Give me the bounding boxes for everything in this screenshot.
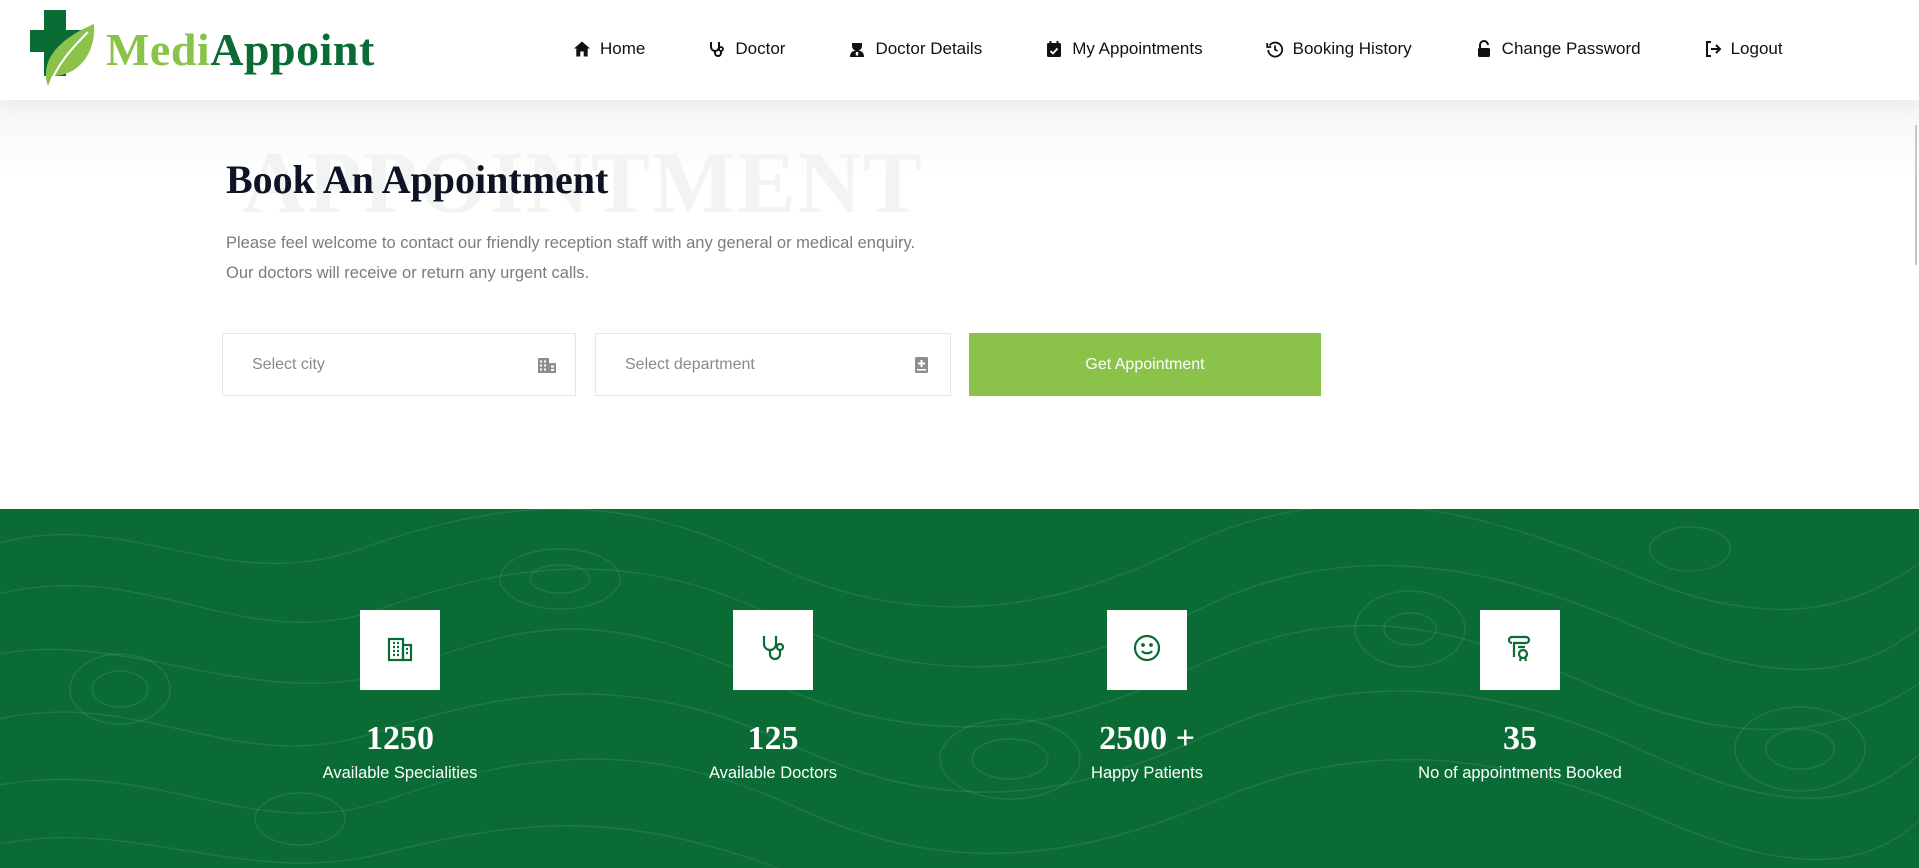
stethoscope-icon xyxy=(707,39,727,59)
city-select[interactable]: Select city xyxy=(222,333,576,396)
stats-section: 1250 Available Specialities 125 Availabl… xyxy=(0,509,1919,868)
stat-icon-box xyxy=(360,610,440,690)
stat-specialities: 1250 Available Specialities xyxy=(220,610,580,783)
hero-description: Please feel welcome to contact our frien… xyxy=(226,234,916,282)
stat-value: 1250 xyxy=(366,720,434,757)
brand-logo[interactable]: MediAppoint xyxy=(30,10,375,88)
nav-doctor-label: Doctor xyxy=(735,39,786,58)
stethoscope-icon xyxy=(758,633,788,668)
stat-icon-box xyxy=(1480,610,1560,690)
logo-cross-leaf-icon xyxy=(30,10,95,87)
stat-label: Available Specialities xyxy=(322,764,478,782)
department-select-placeholder: Select department xyxy=(625,355,755,373)
scrollbar-thumb[interactable] xyxy=(1915,125,1917,265)
calendar-check-icon xyxy=(1044,39,1064,59)
nav-my-appointments[interactable]: My Appointments xyxy=(1044,39,1203,59)
nav-my-appointments-label: My Appointments xyxy=(1072,39,1203,58)
stat-label: No of appointments Booked xyxy=(1418,764,1622,782)
city-select-placeholder: Select city xyxy=(252,355,325,373)
page-title: Book An Appointment xyxy=(226,157,609,202)
nav-logout-label: Logout xyxy=(1730,39,1783,58)
stat-doctors: 125 Available Doctors xyxy=(593,610,953,783)
building-icon xyxy=(385,633,415,668)
nav-doctor-details-label: Doctor Details xyxy=(875,39,983,58)
brand-name-part1: Medi xyxy=(106,23,211,75)
stat-label: Available Doctors xyxy=(708,764,838,782)
stat-label: Happy Patients xyxy=(1091,764,1203,782)
main-nav: Home Doctor Doctor Details My Appointmen… xyxy=(572,0,1783,98)
nav-change-password-label: Change Password xyxy=(1501,39,1641,58)
nav-booking-history[interactable]: Booking History xyxy=(1265,39,1412,59)
stat-value: 125 xyxy=(747,720,799,757)
stat-appointments: 35 No of appointments Booked xyxy=(1340,610,1700,783)
brand-name-part2: Appoint xyxy=(210,23,375,75)
city-icon xyxy=(537,355,557,375)
stat-icon-box xyxy=(733,610,813,690)
nav-home-label: Home xyxy=(600,39,646,58)
nav-booking-history-label: Booking History xyxy=(1292,39,1412,58)
get-appointment-button[interactable]: Get Appointment xyxy=(969,333,1321,396)
medical-book-icon xyxy=(912,355,932,375)
nav-home[interactable]: Home xyxy=(572,39,645,59)
nav-doctor[interactable]: Doctor xyxy=(707,39,785,59)
site-header: MediAppoint Home Doctor Doctor Details M… xyxy=(0,0,1919,100)
stat-value: 35 xyxy=(1503,720,1537,757)
nav-doctor-details[interactable]: Doctor Details xyxy=(847,39,982,59)
logout-icon xyxy=(1703,39,1723,59)
history-icon xyxy=(1265,39,1285,59)
department-select[interactable]: Select department xyxy=(595,333,951,396)
nav-logout[interactable]: Logout xyxy=(1703,39,1783,59)
nav-change-password[interactable]: Change Password xyxy=(1474,39,1641,59)
unlock-icon xyxy=(1474,39,1494,59)
home-icon xyxy=(572,39,592,59)
brand-name: MediAppoint xyxy=(106,23,375,76)
doctor-icon xyxy=(847,39,867,59)
stat-icon-box xyxy=(1107,610,1187,690)
smile-icon xyxy=(1132,633,1162,668)
scroll-icon xyxy=(1505,633,1535,668)
stat-patients: 2500 + Happy Patients xyxy=(967,610,1327,783)
stat-value: 2500 + xyxy=(1099,720,1195,757)
